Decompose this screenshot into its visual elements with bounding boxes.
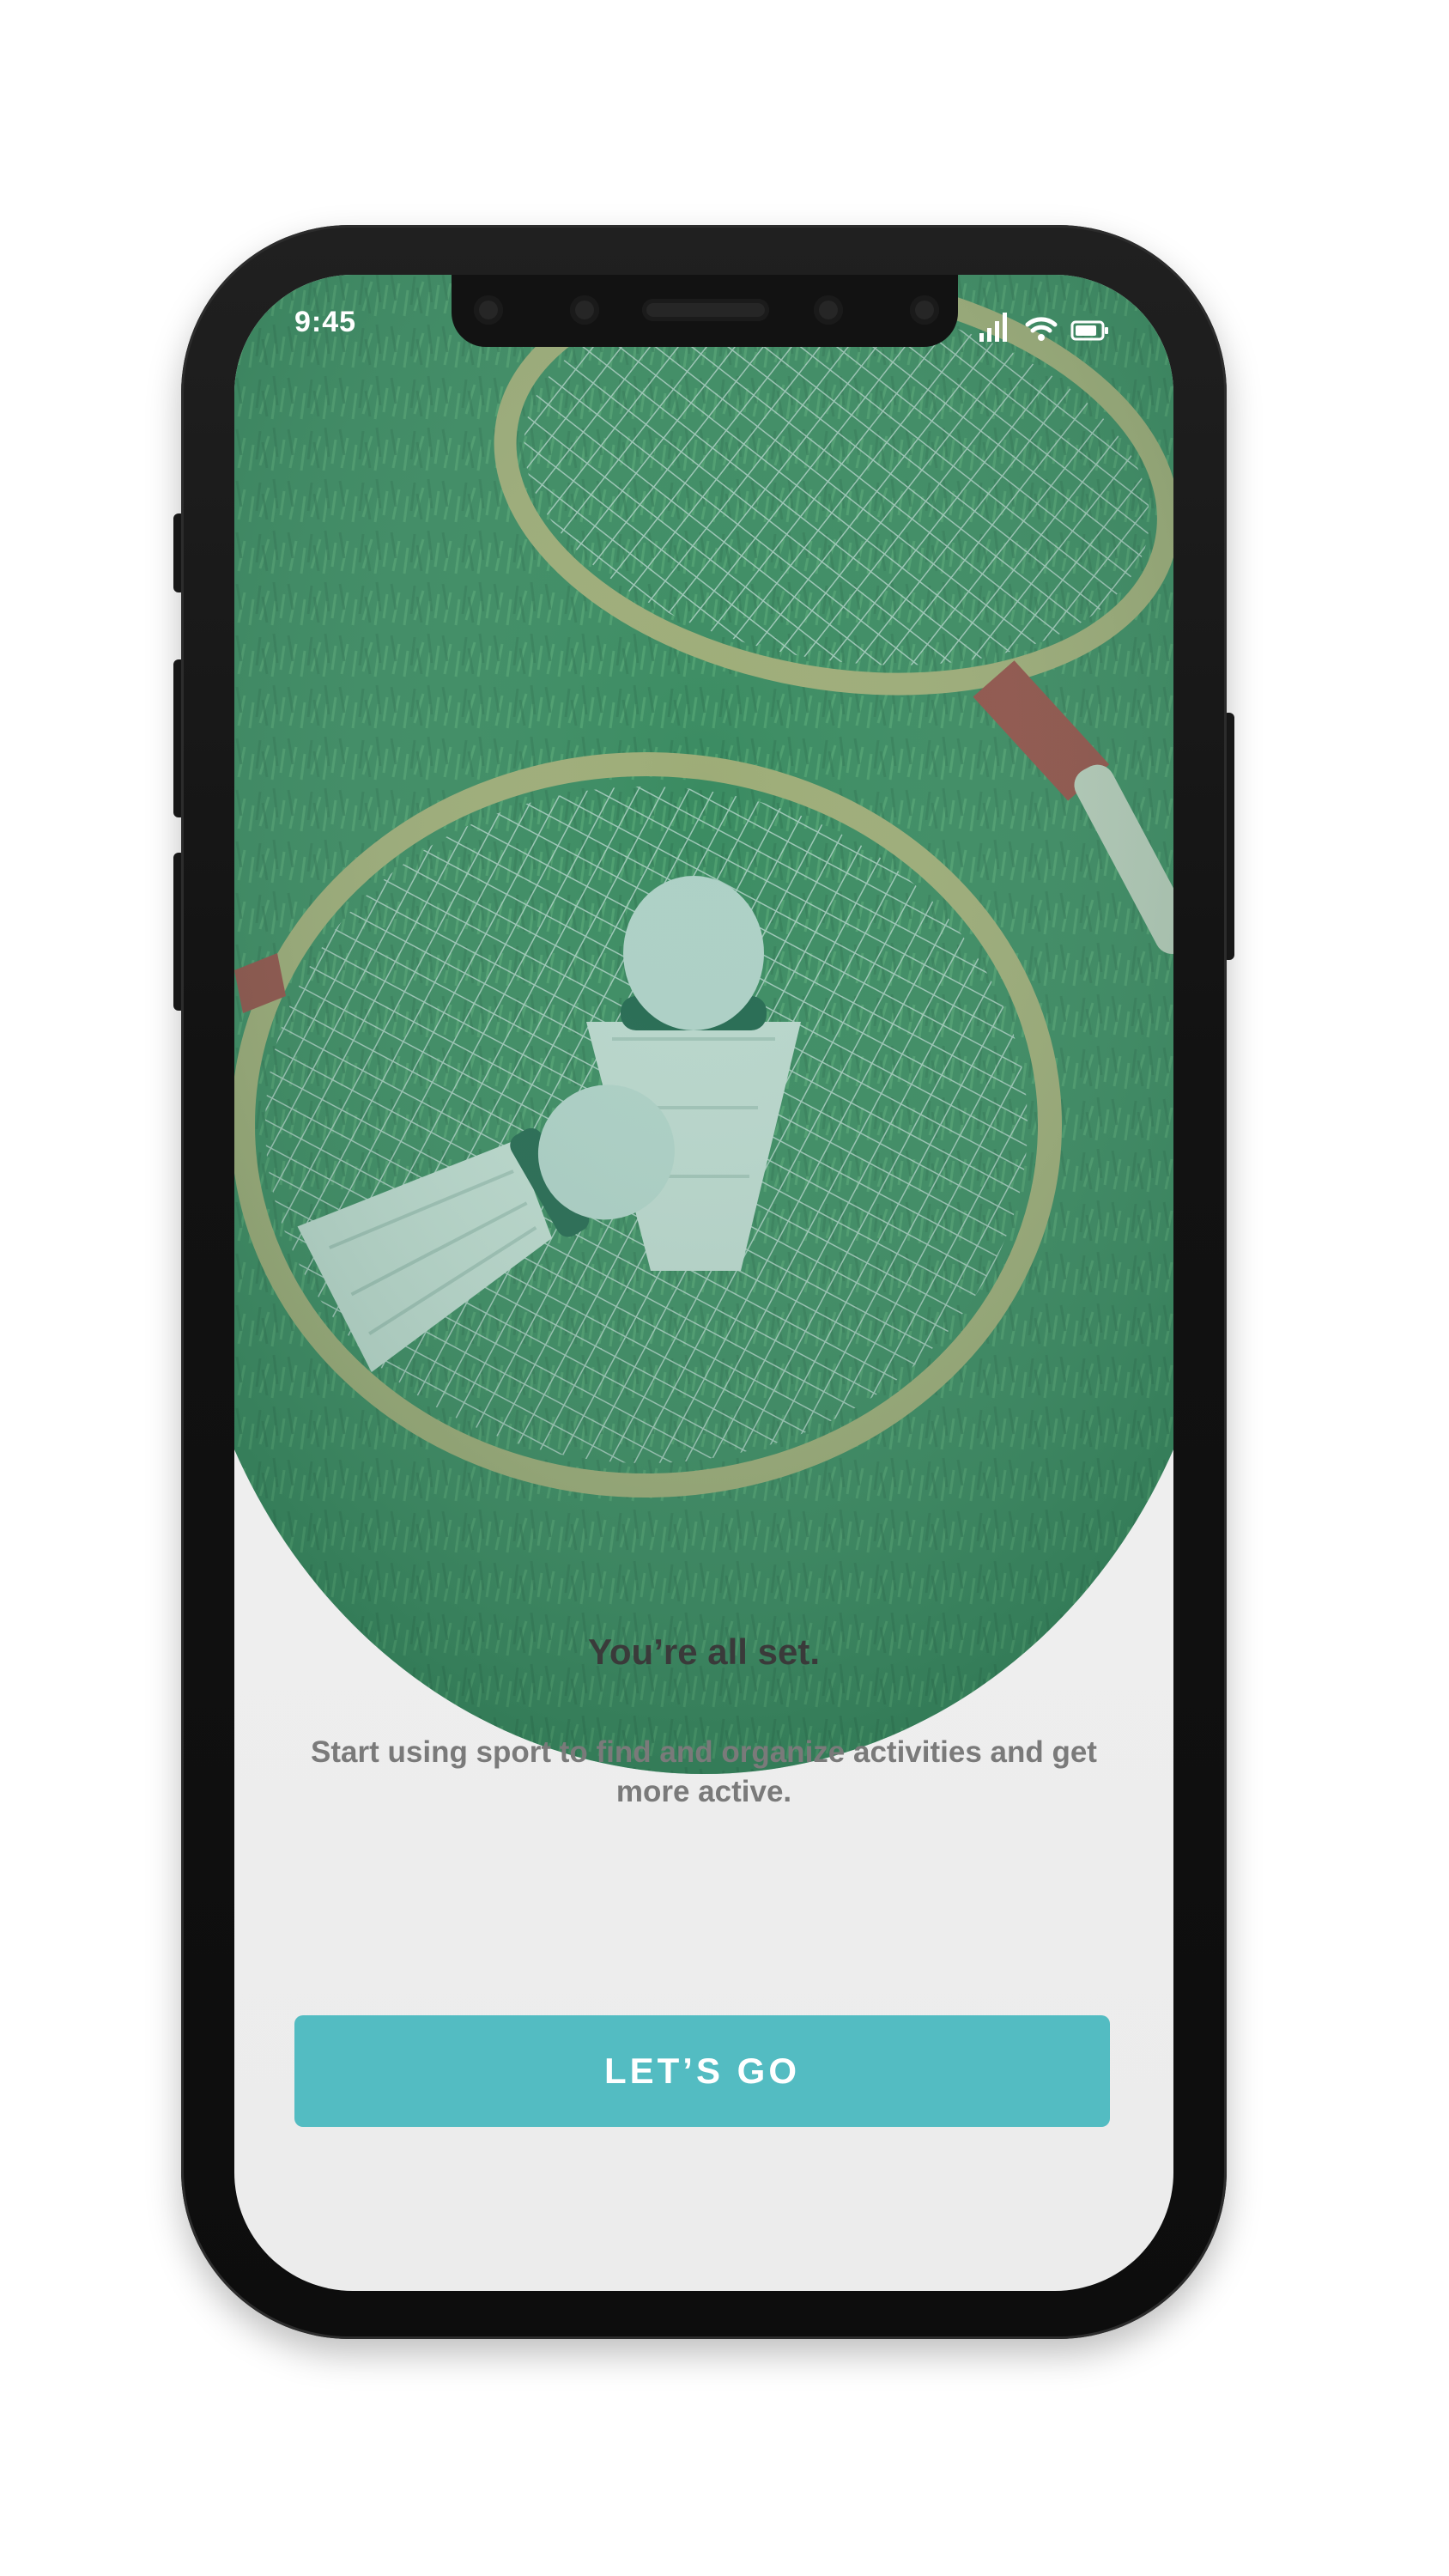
wifi-icon bbox=[1024, 313, 1058, 348]
notch bbox=[452, 275, 958, 347]
badminton-illustration bbox=[234, 275, 1173, 1774]
status-time: 9:45 bbox=[294, 306, 357, 338]
sensor-icon bbox=[474, 295, 503, 325]
signal-icon bbox=[978, 309, 1012, 348]
front-camera-icon bbox=[814, 295, 843, 325]
page-subtitle: Start using sport to find and organize a… bbox=[311, 1735, 1097, 1808]
status-icons bbox=[978, 309, 1110, 348]
hero-image bbox=[234, 275, 1173, 1774]
ambient-sensor-icon bbox=[910, 295, 939, 325]
proximity-sensor-icon bbox=[570, 295, 599, 325]
battery-icon bbox=[1070, 318, 1110, 348]
page-title: You’re all set. bbox=[588, 1631, 820, 1672]
speaker-grille bbox=[642, 299, 769, 321]
phone-screen: 9:45 You’re all set. Start using sport t… bbox=[234, 275, 1173, 2291]
mockup-canvas: 9:45 You’re all set. Start using sport t… bbox=[0, 0, 1449, 2576]
lets-go-button[interactable]: LET’S GO bbox=[294, 2015, 1110, 2127]
